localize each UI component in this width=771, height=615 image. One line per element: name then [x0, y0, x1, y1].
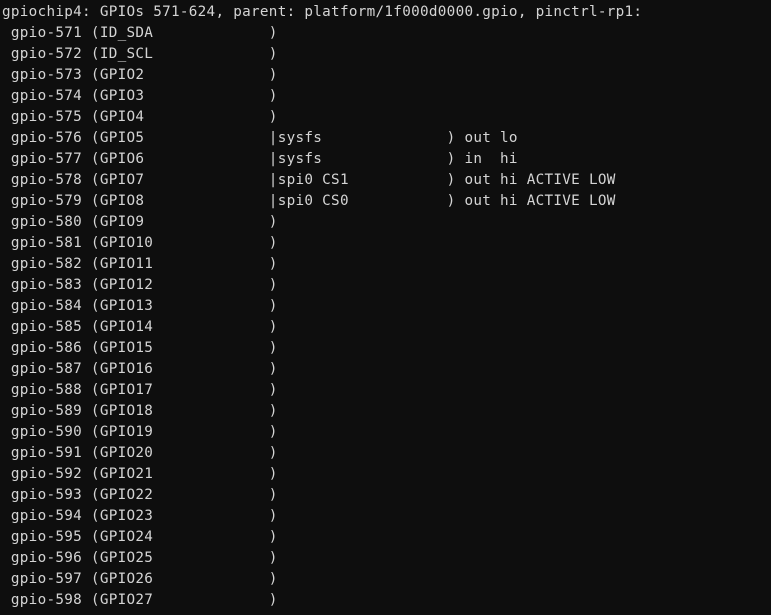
terminal-output: gpiochip4: GPIOs 571-624, parent: platfo…: [0, 0, 771, 611]
